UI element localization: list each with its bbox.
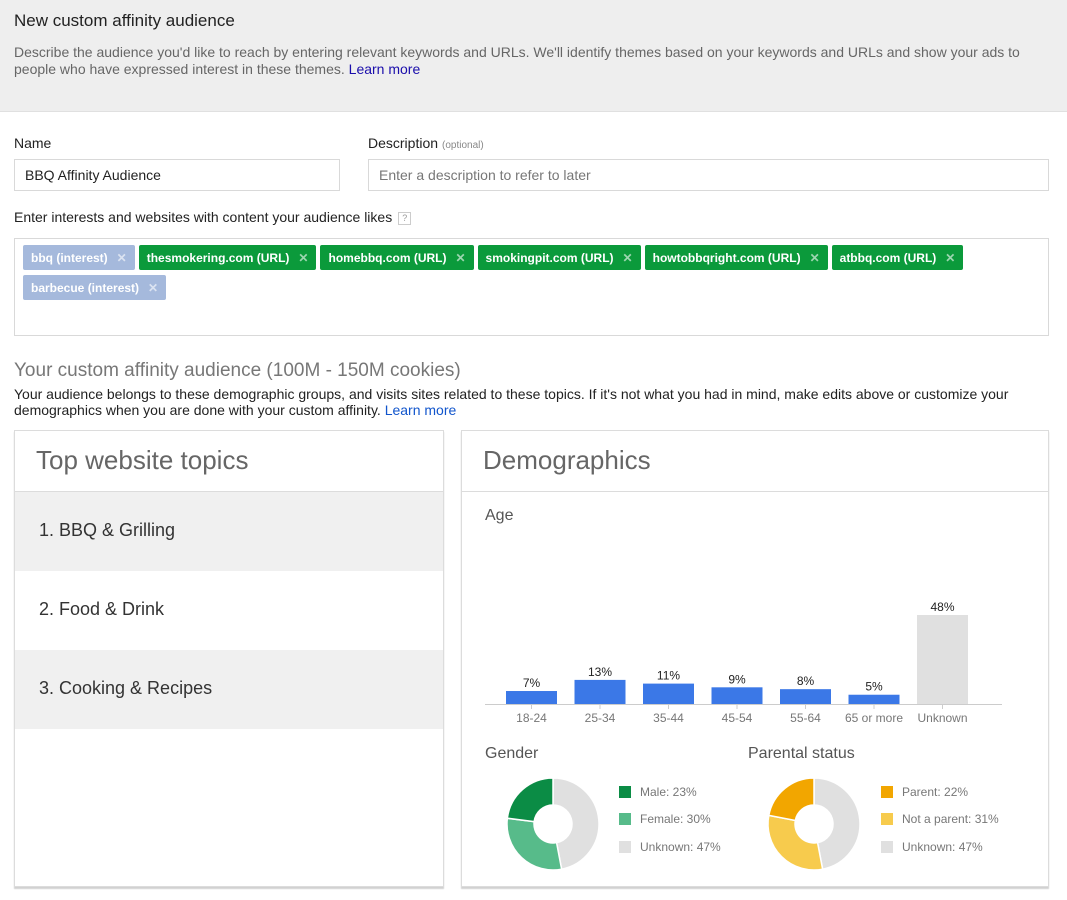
legend-swatch: [619, 840, 631, 853]
legend-label: Male: 23%: [640, 784, 697, 799]
remove-tag-icon[interactable]: ✕: [945, 251, 955, 265]
legend-item: Male: 23%: [619, 778, 721, 806]
remove-tag-icon[interactable]: ✕: [810, 251, 820, 265]
keyword-tag[interactable]: howtobbqright.com (URL) ✕: [644, 245, 828, 270]
audience-description: Your audience belongs to these demograph…: [14, 386, 1059, 418]
description-text: Describe the audience you'd like to reac…: [14, 44, 1020, 77]
audience-description-text: Your audience belongs to these demograph…: [14, 386, 1009, 418]
audience-title: Your custom affinity audience (100M - 15…: [14, 360, 461, 381]
keyword-tag[interactable]: barbecue (interest) ✕: [23, 275, 167, 300]
interests-label-text: Enter interests and websites with conten…: [14, 209, 393, 225]
legend-label: Unknown: 47%: [902, 839, 983, 854]
bar-data-label: 48%: [930, 600, 954, 614]
bar-data-label: 11%: [657, 669, 680, 683]
keyword-tag[interactable]: bbq (interest) ✕: [23, 245, 135, 270]
x-tick-label: 35-44: [653, 711, 684, 725]
legend-item: Not a parent: 31%: [881, 806, 999, 834]
legend-item: Unknown: 47%: [619, 833, 721, 861]
interests-label: Enter interests and websites with conten…: [14, 209, 412, 225]
description-label: Description (optional): [368, 135, 484, 151]
keyword-tag-label: thesmokering.com (URL): [146, 250, 290, 265]
keyword-tag-label: homebbq.com (URL): [328, 250, 447, 265]
remove-tag-icon[interactable]: ✕: [117, 251, 127, 265]
x-tick-label: 25-34: [585, 711, 616, 725]
remove-tag-icon[interactable]: ✕: [298, 251, 308, 265]
legend-item: Parent: 22%: [881, 778, 999, 806]
legend-swatch: [881, 840, 893, 853]
age-bar: [848, 694, 900, 704]
legend-label: Parent: 22%: [902, 784, 969, 799]
age-bar: [506, 691, 557, 704]
keyword-tag-label: barbecue (interest): [31, 280, 140, 295]
keyword-tag[interactable]: homebbq.com (URL) ✕: [320, 245, 474, 270]
name-label: Name: [14, 135, 52, 151]
legend-label: Unknown: 47%: [640, 839, 721, 854]
x-tick-label: Unknown: [917, 711, 967, 725]
x-tick-label: 65 or more: [845, 711, 903, 725]
bar-data-label: 9%: [728, 672, 746, 686]
bar-data-label: 7%: [523, 676, 541, 690]
dialog-title: New custom affinity audience: [14, 11, 235, 30]
description-label-text: Description: [368, 135, 439, 151]
keyword-tag[interactable]: thesmokering.com (URL) ✕: [138, 245, 317, 270]
topic-item[interactable]: 2. Food & Drink: [15, 571, 443, 650]
legend-label: Not a parent: 31%: [902, 812, 999, 827]
description-input[interactable]: [368, 159, 1049, 191]
legend-swatch: [619, 813, 631, 826]
keyword-tag-label: smokingpit.com (URL): [485, 250, 614, 265]
interests-input[interactable]: bbq (interest) ✕ thesmokering.com (URL) ✕ ho…: [14, 238, 1049, 336]
demographics-title: Demographics: [462, 431, 1048, 492]
donut-slice-male: [506, 777, 554, 823]
keyword-tag-label: bbq (interest): [31, 250, 108, 265]
keyword-tag[interactable]: smokingpit.com (URL) ✕: [477, 245, 641, 270]
x-tick-label: 45-54: [722, 711, 753, 725]
age-bar: [711, 687, 763, 704]
legend-item: Female: 30%: [619, 806, 721, 834]
help-icon[interactable]: ?: [398, 212, 412, 225]
dialog-description: Describe the audience you'd like to reac…: [14, 44, 1059, 78]
audience-learn-more-link[interactable]: Learn more: [385, 402, 457, 418]
donut-slice-unknown: [813, 777, 861, 871]
top-topics-title: Top website topics: [15, 431, 443, 492]
age-bar: [643, 683, 694, 704]
gender-label: Gender: [485, 745, 539, 762]
age-bar-chart: 7% 18-24 13% 25-34 11% 35-44 9% 45-54 8% 55-64 5% 6…: [485, 600, 1002, 725]
legend-swatch: [881, 785, 893, 798]
parental-status-legend: Parent: 22% Not a parent: 31% Unknown: 47%: [881, 778, 999, 861]
remove-tag-icon[interactable]: ✕: [455, 251, 465, 265]
remove-tag-icon[interactable]: ✕: [148, 281, 158, 295]
parental-status-label: Parental status: [748, 745, 855, 762]
age-bar: [780, 689, 831, 704]
age-bar: [574, 679, 626, 704]
x-tick-label: 18-24: [516, 711, 547, 725]
bar-data-label: 13%: [588, 665, 612, 679]
optional-hint: (optional): [442, 140, 484, 151]
parental-donut-chart: [767, 777, 861, 871]
dialog-header: New custom affinity audience Describe th…: [0, 0, 1067, 112]
keyword-tag-label: howtobbqright.com (URL): [652, 250, 801, 265]
age-bar: [917, 615, 968, 704]
name-input[interactable]: [14, 159, 340, 191]
donut-slice-female: [506, 817, 563, 871]
bar-data-label: 8%: [797, 674, 815, 688]
topic-item[interactable]: 1. BBQ & Grilling: [15, 492, 443, 571]
gender-legend: Male: 23% Female: 30% Unknown: 47%: [619, 778, 721, 861]
learn-more-link[interactable]: Learn more: [349, 61, 421, 77]
donut-slice-parent: [767, 777, 815, 822]
topic-item[interactable]: 3. Cooking & Recipes: [15, 650, 443, 729]
legend-swatch: [881, 813, 893, 826]
keyword-tag[interactable]: atbbq.com (URL) ✕: [831, 245, 964, 270]
legend-swatch: [619, 785, 631, 798]
remove-tag-icon[interactable]: ✕: [623, 251, 633, 265]
top-topics-card: Top website topics 1. BBQ & Grilling 2. …: [14, 430, 444, 887]
gender-donut-chart: [506, 777, 600, 871]
x-tick-label: 55-64: [790, 711, 821, 725]
age-label: Age: [485, 507, 514, 524]
donut-slice-not-a-parent: [767, 814, 824, 871]
keyword-tag-label: atbbq.com (URL): [839, 250, 937, 265]
donut-slice-unknown: [552, 777, 600, 871]
legend-label: Female: 30%: [640, 812, 711, 827]
legend-item: Unknown: 47%: [881, 833, 999, 861]
bar-data-label: 5%: [865, 680, 883, 694]
